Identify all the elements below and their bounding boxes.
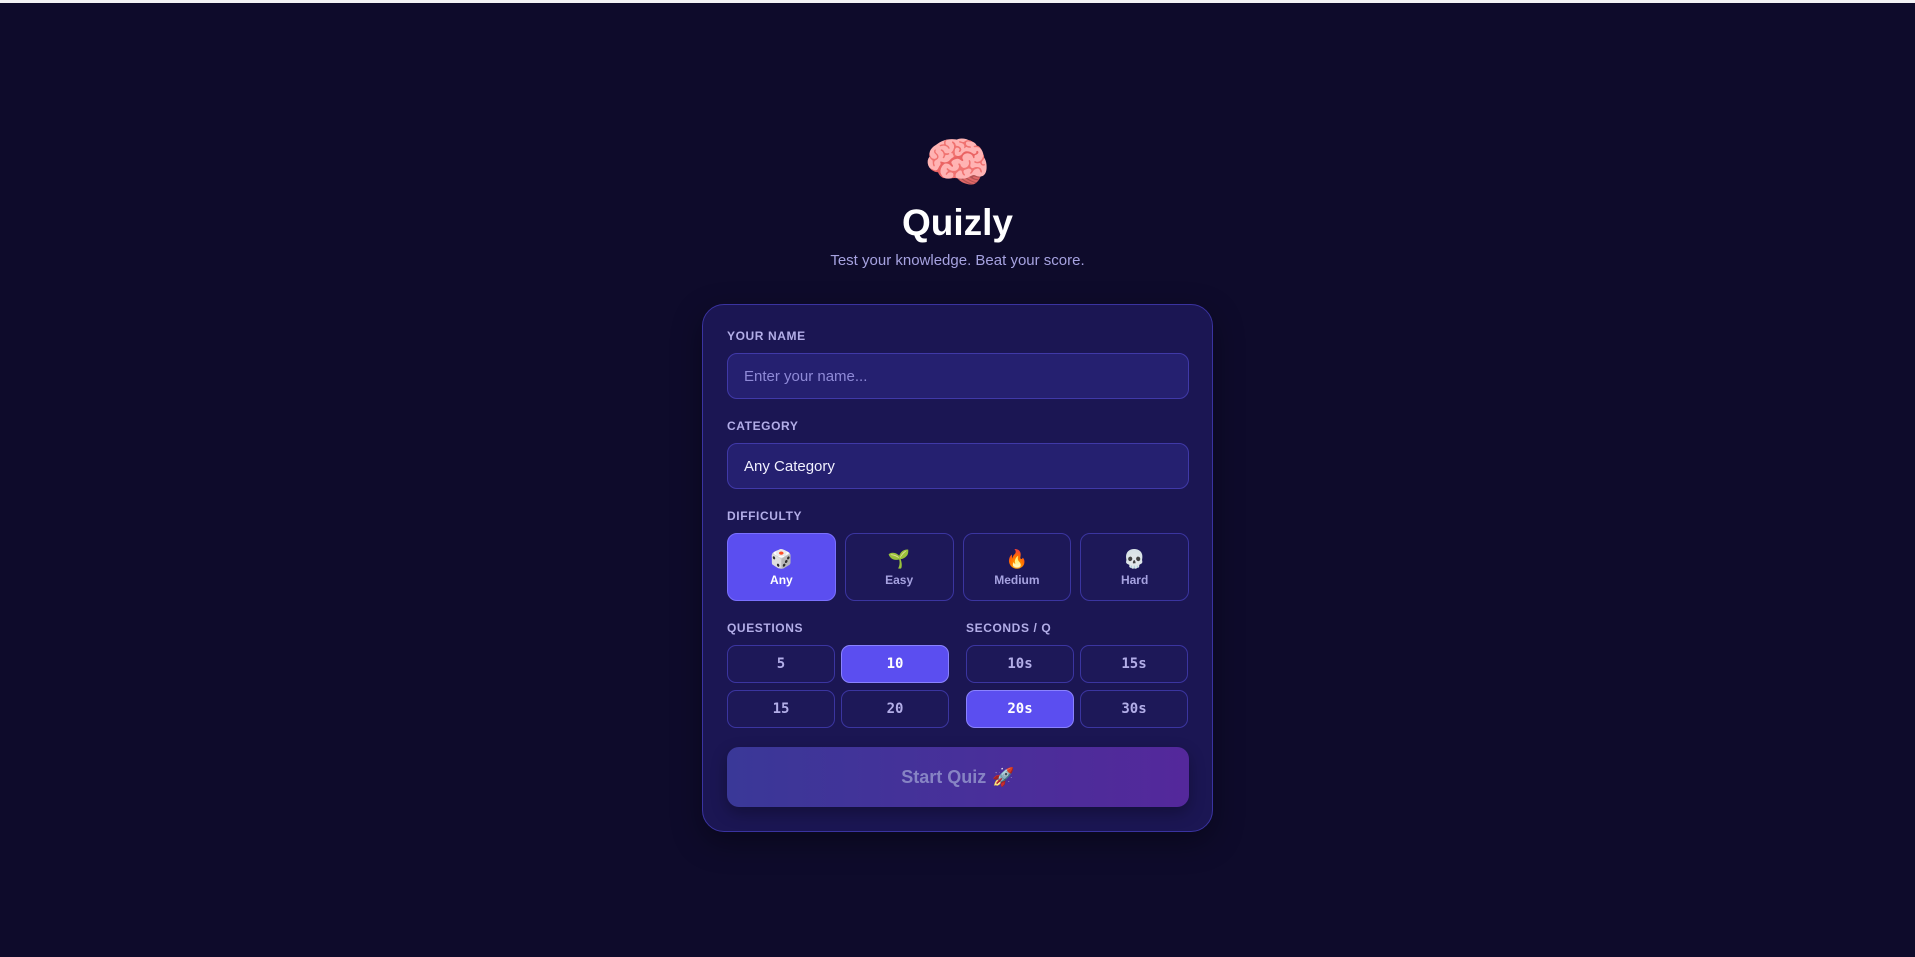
difficulty-options: 🎲 Any 🌱 Easy 🔥 Medium 💀 Hard bbox=[727, 533, 1189, 601]
difficulty-any-button[interactable]: 🎲 Any bbox=[727, 533, 836, 601]
seconds-option-15s[interactable]: 15s bbox=[1080, 645, 1188, 683]
difficulty-easy-button[interactable]: 🌱 Easy bbox=[844, 533, 954, 601]
rocket-icon: 🚀 bbox=[992, 766, 1015, 787]
seconds-option-30s[interactable]: 30s bbox=[1080, 690, 1188, 728]
start-quiz-label: Start Quiz bbox=[901, 766, 987, 787]
difficulty-label-easy: Easy bbox=[885, 572, 914, 587]
questions-option-10[interactable]: 10 bbox=[841, 645, 949, 683]
fire-icon: 🔥 bbox=[1005, 548, 1029, 569]
difficulty-label-hard: Hard bbox=[1120, 572, 1149, 587]
difficulty-label-any: Any bbox=[770, 572, 793, 587]
questions-options: 5 10 15 20 bbox=[727, 645, 949, 728]
page: 🧠 Quizly Test your knowledge. Beat your … bbox=[0, 0, 1915, 957]
questions-option-15[interactable]: 15 bbox=[727, 690, 835, 728]
seedling-icon: 🌱 bbox=[887, 548, 911, 569]
seconds-options: 10s 15s 20s 30s bbox=[966, 645, 1188, 728]
questions-label: QUESTIONS bbox=[727, 621, 804, 635]
hero-header: 🧠 Quizly Test your knowledge. Beat your … bbox=[0, 128, 1915, 269]
skull-icon: 💀 bbox=[1123, 548, 1146, 569]
seconds-label: SECONDS / Q bbox=[966, 621, 1052, 635]
dice-icon: 🎲 bbox=[770, 548, 793, 569]
difficulty-label-medium: Medium bbox=[994, 572, 1040, 587]
name-label: YOUR NAME bbox=[727, 329, 806, 343]
difficulty-medium-button[interactable]: 🔥 Medium bbox=[962, 533, 1072, 601]
seconds-option-20s[interactable]: 20s bbox=[966, 690, 1074, 728]
questions-option-5[interactable]: 5 bbox=[727, 645, 835, 683]
brain-icon: 🧠 bbox=[923, 133, 992, 193]
seconds-option-10s[interactable]: 10s bbox=[966, 645, 1074, 683]
category-label: CATEGORY bbox=[727, 419, 799, 433]
app-title: Quizly bbox=[901, 202, 1014, 243]
difficulty-label: DIFFICULTY bbox=[727, 509, 803, 523]
category-select-value: Any Category bbox=[744, 457, 835, 475]
quiz-setup-card: YOUR NAME CATEGORY Any Category DIFFICUL… bbox=[702, 304, 1213, 832]
start-quiz-button[interactable]: Start Quiz 🚀 bbox=[727, 747, 1189, 807]
app-subtitle: Test your knowledge. Beat your score. bbox=[830, 252, 1085, 269]
difficulty-hard-button[interactable]: 💀 Hard bbox=[1080, 533, 1189, 601]
category-select[interactable]: Any Category bbox=[727, 443, 1189, 489]
questions-option-20[interactable]: 20 bbox=[841, 690, 949, 728]
name-input[interactable] bbox=[727, 353, 1189, 399]
